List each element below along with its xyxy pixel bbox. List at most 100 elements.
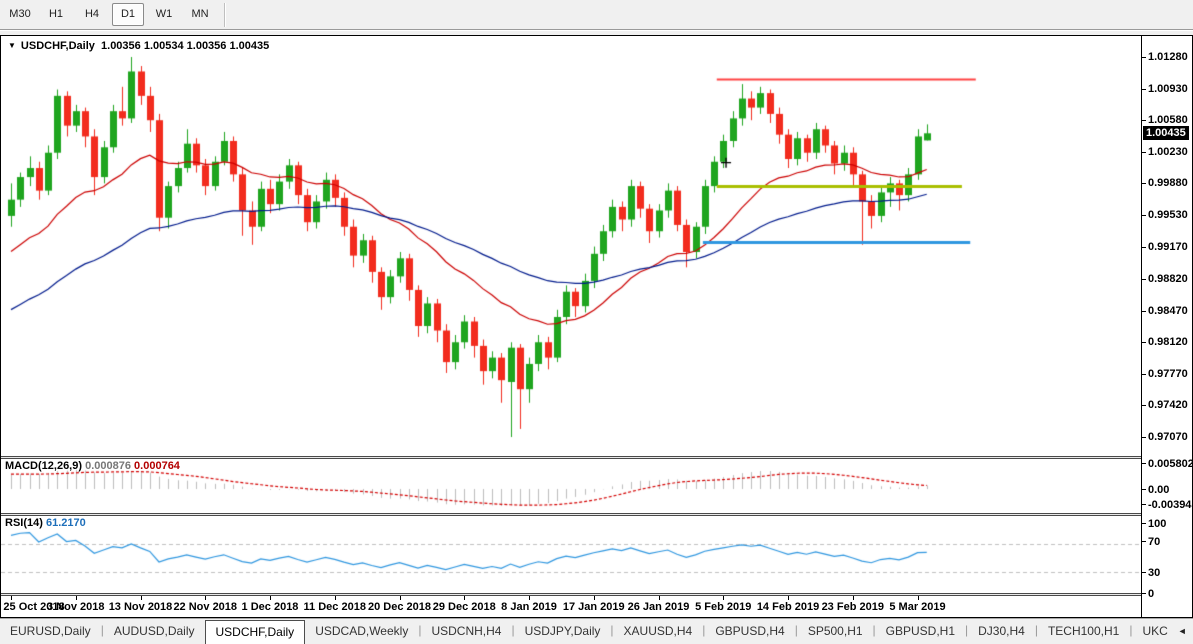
macd-name: MACD(12,26,9): [5, 460, 83, 472]
price-axis-tick-label: 1.00930: [1148, 82, 1188, 95]
date-axis-tick-mark: [140, 596, 142, 600]
date-axis-tick-mark: [723, 596, 725, 600]
chart-tab-gbpusd-h4[interactable]: GBPUSD,H4: [705, 619, 794, 644]
date-axis-label: 8 Jan 2019: [501, 601, 557, 613]
date-axis-label: 20 Dec 2018: [368, 601, 431, 613]
rsi-axis-label: 0: [1148, 588, 1155, 600]
chart-tab-ukc[interactable]: UKC: [1132, 619, 1177, 644]
date-axis-label: 26 Jan 2019: [627, 601, 690, 613]
date-axis-tick-mark: [75, 596, 77, 600]
date-axis-label: 5 Feb 2019: [695, 601, 752, 613]
trading-platform-screen: M30 H1 H4 D1 W1 MN ▼ USDCHF,Daily 1.00356 1.00…: [0, 0, 1193, 644]
chart-tab-gbpusd-h1[interactable]: GBPUSD,H1: [876, 619, 965, 644]
price-axis-tick-mark: [1142, 88, 1146, 90]
chart-title: ▼ USDCHF,Daily 1.00356 1.00534 1.00356 1.…: [8, 40, 269, 52]
date-axis-label: 17 Jan 2019: [562, 601, 625, 613]
price-axis-tick-mark: [1142, 183, 1146, 185]
price-axis-tick-label: 0.99530: [1148, 208, 1188, 221]
price-axis-tick-mark: [1142, 279, 1146, 281]
chart-tab-usdchf-daily[interactable]: USDCHF,Daily: [204, 620, 306, 644]
chart-tab-tech100-h1[interactable]: TECH100,H1: [1038, 619, 1129, 644]
price-axis-tick-label: 0.98120: [1148, 336, 1188, 349]
price-axis-tick-label: 0.97420: [1148, 399, 1188, 412]
price-axis-tick-label: 1.00580: [1148, 114, 1188, 127]
macd-axis-tick-mark: [1142, 463, 1146, 464]
date-axis-label: 29 Dec 2018: [432, 601, 496, 613]
price-axis-tick-mark: [1142, 373, 1146, 375]
date-axis-label: 3 Nov 2018: [47, 601, 105, 613]
date-axis-tick-mark: [205, 596, 207, 600]
timeframe-button-d1[interactable]: D1: [112, 3, 144, 26]
rsi-axis-tick-mark: [1142, 572, 1146, 573]
date-axis-label: 14 Feb 2019: [756, 601, 820, 613]
rsi-axis-tick-mark: [1142, 523, 1146, 524]
rsi-axis-tick-mark: [1142, 541, 1146, 542]
macd-main-value: 0.000876: [85, 460, 131, 472]
date-axis-tick-mark: [788, 596, 789, 600]
date-axis-tick-mark: [334, 596, 336, 600]
price-axis-tick-label: 0.99170: [1148, 241, 1188, 254]
price-axis-tick-mark: [1142, 151, 1146, 153]
price-axis-tick-mark: [1142, 57, 1146, 59]
chart-tab-xauusd-h4[interactable]: XAUUSD,H4: [614, 619, 703, 644]
date-axis-tick-mark: [464, 596, 466, 600]
price-axis-tick-mark: [1142, 310, 1146, 312]
date-axis-tick-mark: [917, 596, 919, 600]
rsi-indicator-label: RSI(14) 61.2170: [5, 517, 86, 529]
timeframe-button-h1[interactable]: H1: [40, 3, 72, 26]
rsi-axis-tick-mark: [1142, 593, 1146, 594]
chart-window: ▼ USDCHF,Daily 1.00356 1.00534 1.00356 1.…: [0, 35, 1193, 618]
chart-tab-usdcnh-h4[interactable]: USDCNH,H4: [421, 619, 511, 644]
chart-tab-eurusd-daily[interactable]: EURUSD,Daily: [0, 619, 101, 644]
price-axis-tick-label: 0.99880: [1148, 177, 1188, 190]
timeframe-button-mn[interactable]: MN: [184, 3, 216, 26]
price-axis-tick-label: 0.97070: [1148, 431, 1188, 444]
date-axis-tick-mark: [529, 596, 530, 600]
price-chart-canvas[interactable]: [1, 36, 1141, 456]
date-axis-label: 1 Dec 2018: [241, 601, 299, 613]
chart-tab-sp500-h1[interactable]: SP500,H1: [798, 619, 873, 644]
chart-ohlc-values: 1.00356 1.00534 1.00356 1.00435: [101, 40, 270, 52]
date-axis-label: 13 Nov 2018: [108, 601, 173, 613]
chart-tab-usdcad-weekly[interactable]: USDCAD,Weekly: [305, 619, 418, 644]
price-axis-tick-mark: [1142, 214, 1146, 216]
macd-signal-value: 0.000764: [134, 460, 180, 472]
timeframe-button-m30[interactable]: M30: [4, 3, 36, 26]
rsi-axis-label: 30: [1148, 567, 1161, 579]
macd-axis-label: -0.003945: [1148, 499, 1193, 511]
rsi-axis-label: 100: [1148, 518, 1167, 530]
date-axis-tick-mark: [270, 596, 271, 600]
date-axis-tick-mark: [593, 596, 595, 600]
price-axis[interactable]: 1.00435 1.01280 1.00930 1.00580 1.00230 0.99…: [1141, 36, 1193, 617]
date-axis-label: 22 Nov 2018: [173, 601, 238, 613]
current-price-badge: 1.00435: [1143, 126, 1189, 141]
date-axis-label: 11 Dec 2018: [303, 601, 366, 613]
timeframe-button-h4[interactable]: H4: [76, 3, 108, 26]
date-axis-tick-mark: [11, 596, 12, 600]
macd-axis-tick-mark: [1142, 489, 1146, 490]
price-axis-tick-mark: [1142, 247, 1146, 249]
chart-symbol-period: USDCHF,Daily: [20, 40, 95, 52]
tab-scroll-left-icon[interactable]: ◄: [1178, 627, 1187, 636]
date-axis-tick-mark: [658, 596, 660, 600]
toolbar-separator: [224, 2, 226, 27]
chart-tab-usdjpy-daily[interactable]: USDJPY,Daily: [515, 619, 611, 644]
timeframe-toolbar: M30 H1 H4 D1 W1 MN: [0, 0, 1193, 30]
rsi-axis-label: 70: [1148, 536, 1161, 548]
rsi-pane-canvas[interactable]: [1, 516, 1141, 593]
price-axis-tick-mark: [1142, 405, 1146, 407]
chart-dropdown-icon[interactable]: ▼: [8, 41, 16, 50]
chart-tab-audusd-daily[interactable]: AUDUSD,Daily: [104, 619, 205, 644]
tab-scroll-buttons: ◄►: [1178, 619, 1193, 644]
date-axis[interactable]: 25 Oct 2018 3 Nov 2018 13 Nov 2018 22 Nov 2…: [1, 596, 1141, 617]
chart-tab-dj30-h4[interactable]: DJ30,H4: [968, 619, 1035, 644]
macd-axis-label: 0.00: [1148, 484, 1170, 496]
price-axis-tick-mark: [1142, 120, 1146, 122]
timeframe-button-w1[interactable]: W1: [148, 3, 180, 26]
date-axis-tick-mark: [399, 596, 401, 600]
date-axis-tick-mark: [852, 596, 854, 600]
chart-tab-bar: EURUSD,Daily | AUDUSD,Daily USDCHF,Daily USD…: [0, 618, 1193, 644]
macd-indicator-label: MACD(12,26,9) 0.000876 0.000764: [5, 460, 180, 472]
price-axis-tick-label: 0.98820: [1148, 273, 1188, 286]
macd-axis-tick-mark: [1142, 504, 1146, 505]
